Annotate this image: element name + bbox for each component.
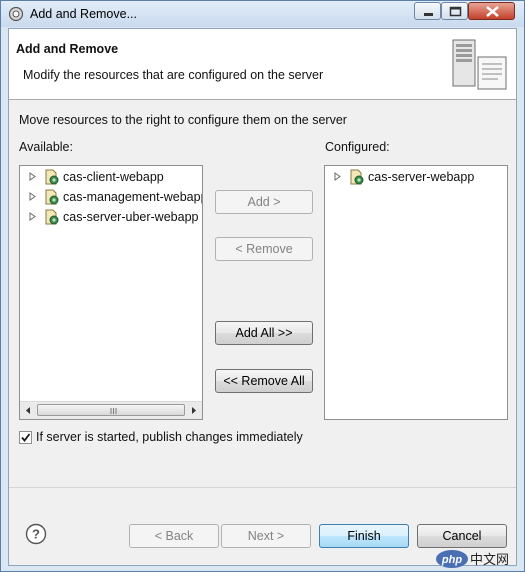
web-module-icon: [45, 209, 59, 225]
web-module-icon: [45, 169, 59, 185]
available-item-cas-client-webapp[interactable]: cas-client-webapp: [20, 167, 202, 187]
footer-separator: [9, 487, 516, 488]
configured-list[interactable]: cas-server-webapp: [324, 165, 508, 420]
publish-immediately-label[interactable]: If server is started, publish changes im…: [36, 430, 303, 444]
add-button[interactable]: Add >: [215, 190, 313, 214]
web-module-icon: [350, 169, 364, 185]
svg-text:php: php: [441, 554, 462, 566]
minimize-button[interactable]: [414, 2, 441, 20]
php-cn-watermark: php 中文网: [436, 550, 509, 568]
scrollbar-thumb[interactable]: [37, 404, 185, 416]
module-label: cas-management-webapp: [63, 190, 203, 204]
expand-arrow-icon[interactable]: [29, 172, 36, 181]
module-label: cas-client-webapp: [63, 170, 164, 184]
available-item-cas-management-webapp[interactable]: cas-management-webapp: [20, 187, 203, 207]
add-all-button[interactable]: Add All >>: [215, 321, 313, 345]
title-bar[interactable]: Add and Remove...: [1, 1, 524, 27]
remove-all-button[interactable]: << Remove All: [215, 369, 313, 393]
expand-arrow-icon[interactable]: [334, 172, 341, 181]
available-list[interactable]: cas-client-webapp cas-management-webapp: [19, 165, 203, 420]
horizontal-scrollbar[interactable]: [20, 401, 202, 419]
available-item-cas-server-uber-webapp[interactable]: cas-server-uber-webapp: [20, 207, 202, 227]
expand-arrow-icon[interactable]: [29, 212, 36, 221]
available-label: Available:: [19, 140, 73, 154]
module-label: cas-server-uber-webapp: [63, 210, 199, 224]
help-icon[interactable]: ?: [25, 523, 47, 545]
wizard-title: Add and Remove: [16, 42, 119, 56]
scroll-left-arrow-icon[interactable]: [22, 406, 34, 415]
remove-button[interactable]: < Remove: [215, 237, 313, 261]
expand-arrow-icon[interactable]: [29, 192, 36, 201]
maximize-button[interactable]: [441, 2, 468, 20]
server-wizard-icon: [452, 39, 507, 90]
configured-item-cas-server-webapp[interactable]: cas-server-webapp: [325, 167, 507, 187]
scroll-right-arrow-icon[interactable]: [188, 406, 200, 415]
module-label: cas-server-webapp: [368, 170, 475, 184]
instruction-text: Move resources to the right to configure…: [19, 113, 347, 127]
back-button[interactable]: < Back: [129, 524, 219, 548]
cancel-button[interactable]: Cancel: [417, 524, 507, 548]
eclipse-gear-icon: [8, 6, 24, 22]
wizard-description: Modify the resources that are configured…: [23, 68, 324, 82]
finish-button[interactable]: Finish: [319, 524, 409, 548]
next-button[interactable]: Next >: [221, 524, 311, 548]
checkmark-icon: [21, 433, 31, 442]
add-remove-dialog: Add and Remove... Add and Remove Modify …: [0, 0, 525, 572]
svg-text:?: ?: [32, 527, 40, 542]
window-title: Add and Remove...: [30, 7, 138, 21]
wizard-header: Add and Remove Modify the resources that…: [9, 29, 516, 100]
grip-icon: [110, 408, 117, 414]
dialog-body: Add and Remove Modify the resources that…: [8, 28, 517, 566]
svg-text:中文网: 中文网: [470, 553, 509, 568]
publish-immediately-checkbox[interactable]: [19, 431, 32, 444]
configured-label: Configured:: [325, 140, 390, 154]
close-button[interactable]: [468, 2, 515, 20]
web-module-icon: [45, 189, 59, 205]
